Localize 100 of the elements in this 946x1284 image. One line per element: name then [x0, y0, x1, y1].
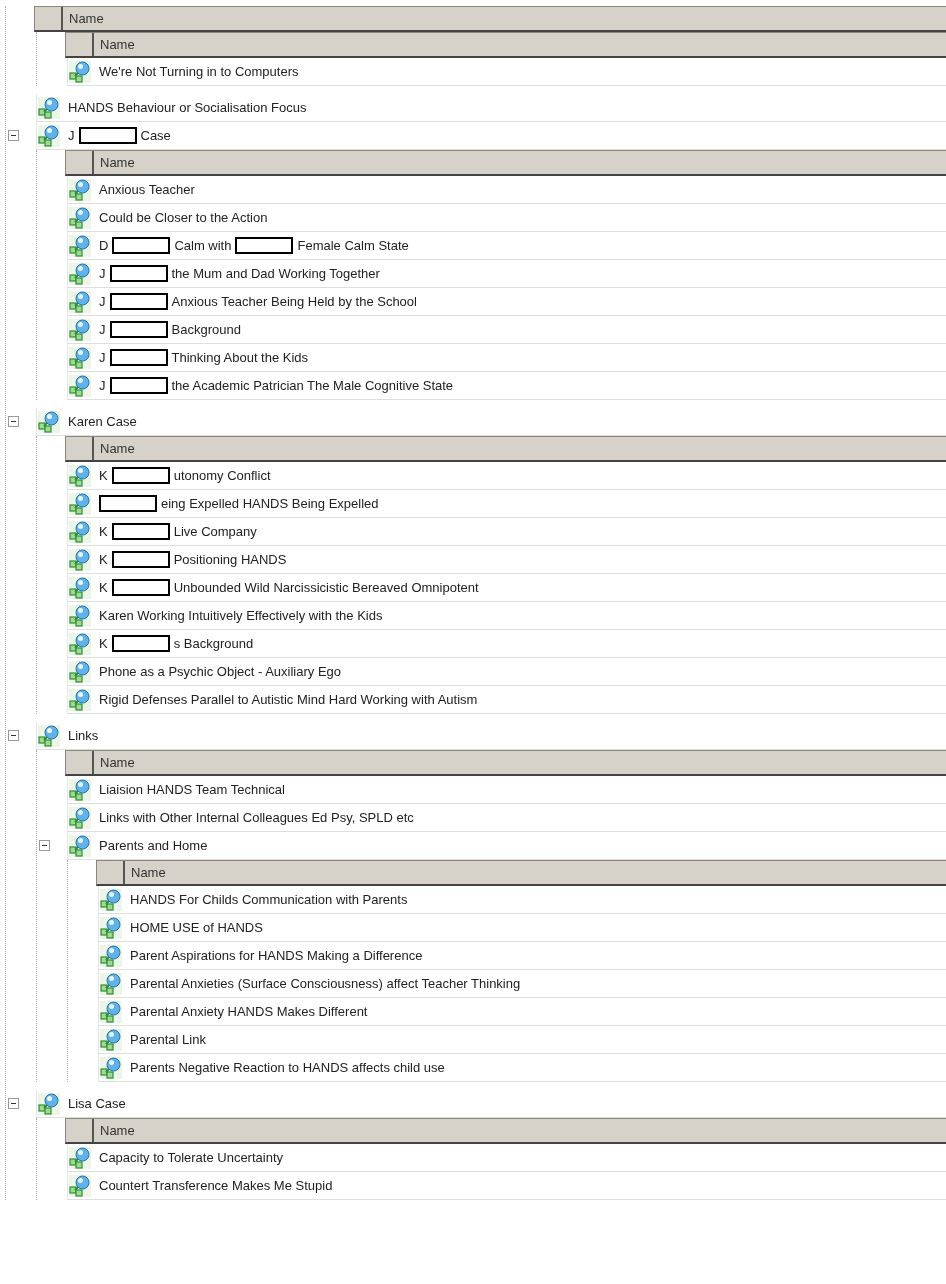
node-icon: [69, 206, 91, 229]
node-name[interactable]: Rigid Defenses Parallel to Autistic Mind Hard Working with Autism: [99, 692, 478, 707]
node-name[interactable]: Phone as a Psychic Object - Auxiliary Ego: [99, 664, 342, 679]
column-header[interactable]: Name: [65, 750, 946, 776]
node-icon: [100, 944, 122, 967]
node-name[interactable]: Parents Negative Reaction to HANDS affects child use: [130, 1060, 445, 1075]
node-name[interactable]: s Background: [173, 636, 254, 651]
node-name[interactable]: Parental Anxieties (Surface Consciousness) affect Teacher Thinking: [130, 976, 521, 991]
node-name[interactable]: J: [99, 266, 106, 281]
redaction-box: [112, 237, 171, 254]
node-icon: [69, 374, 91, 397]
node-name[interactable]: Thinking About the Kids: [171, 350, 309, 365]
node-name[interactable]: J: [99, 294, 106, 309]
redaction-box: [109, 321, 168, 338]
node-name[interactable]: Links: [68, 728, 99, 743]
node-icon: [69, 464, 91, 487]
node-icon: [69, 632, 91, 655]
redaction-box: [99, 495, 157, 512]
redaction-box: [109, 293, 168, 310]
collapse-icon[interactable]: [39, 840, 50, 851]
redaction-box: [235, 237, 294, 254]
node-name[interactable]: J: [68, 128, 75, 143]
node-name[interactable]: Parental Anxiety HANDS Makes Different: [130, 1004, 368, 1019]
node-icon: [69, 60, 91, 83]
collapse-icon[interactable]: [8, 130, 19, 141]
node-name[interactable]: the Academic Patrician The Male Cognitive State: [171, 378, 454, 393]
node-name[interactable]: Liaision HANDS Team Technical: [99, 782, 285, 797]
node-name[interactable]: Countert Transference Makes Me Stupid: [99, 1178, 333, 1193]
node-name[interactable]: Anxious Teacher: [99, 182, 195, 197]
node-icon: [69, 834, 91, 857]
node-icon: [69, 262, 91, 285]
node-name[interactable]: Anxious Teacher Being Held by the School: [171, 294, 417, 309]
node-icon: [69, 604, 91, 627]
node-name[interactable]: Parent Aspirations for HANDS Making a Difference: [130, 948, 423, 963]
node-name[interactable]: Live Company: [173, 524, 257, 539]
node-icon: [38, 96, 60, 119]
node-name[interactable]: We're Not Turning in to Computers: [99, 64, 299, 79]
collapse-icon[interactable]: [8, 416, 19, 427]
node-name[interactable]: K: [99, 580, 108, 595]
node-icon: [69, 806, 91, 829]
node-name[interactable]: the Mum and Dad Working Together: [171, 266, 380, 281]
node-name[interactable]: K: [99, 636, 108, 651]
column-header[interactable]: Name: [65, 1118, 946, 1144]
column-header[interactable]: Name: [34, 6, 946, 32]
column-header[interactable]: Name: [65, 150, 946, 176]
redaction-box: [111, 523, 170, 540]
node-icon: [100, 1000, 122, 1023]
column-header[interactable]: Name: [65, 32, 946, 58]
node-icon: [100, 888, 122, 911]
node-icon: [38, 724, 60, 747]
node-icon: [69, 178, 91, 201]
node-name[interactable]: J: [99, 322, 106, 337]
node-name[interactable]: Calm with: [174, 238, 232, 253]
node-name[interactable]: Female Calm State: [297, 238, 409, 253]
redaction-box: [109, 265, 168, 282]
redaction-box: [109, 377, 168, 394]
node-name[interactable]: Could be Closer to the Action: [99, 210, 268, 225]
node-icon: [38, 410, 60, 433]
node-name[interactable]: D: [99, 238, 109, 253]
node-icon: [100, 1056, 122, 1079]
node-name[interactable]: Unbounded Wild Narcissicistic Bereaved Omnipotent: [173, 580, 479, 595]
node-name[interactable]: utonomy Conflict: [173, 468, 271, 483]
node-icon: [69, 688, 91, 711]
node-name[interactable]: HANDS For Childs Communication with Parents: [130, 892, 408, 907]
node-name[interactable]: Links with Other Internal Colleagues Ed Psy, SPLD etc: [99, 810, 414, 825]
node-name[interactable]: J: [99, 378, 106, 393]
node-name[interactable]: Background: [171, 322, 241, 337]
node-name[interactable]: K: [99, 552, 108, 567]
node-name[interactable]: K: [99, 468, 108, 483]
column-header[interactable]: Name: [96, 860, 946, 886]
node-icon: [100, 1028, 122, 1051]
redaction-box: [111, 551, 170, 568]
node-name[interactable]: eing Expelled HANDS Being Expelled: [161, 496, 379, 511]
column-header[interactable]: Name: [65, 436, 946, 462]
node-name[interactable]: Positioning HANDS: [173, 552, 287, 567]
node-name[interactable]: K: [99, 524, 108, 539]
node-icon: [69, 346, 91, 369]
node-name[interactable]: Parental Link: [130, 1032, 206, 1047]
collapse-icon[interactable]: [8, 730, 19, 741]
node-icon: [69, 492, 91, 515]
node-icon: [100, 972, 122, 995]
node-name[interactable]: Karen Case: [68, 414, 137, 429]
collapse-icon[interactable]: [8, 1098, 19, 1109]
node-name[interactable]: Lisa Case: [68, 1096, 126, 1111]
node-name[interactable]: HOME USE of HANDS: [130, 920, 263, 935]
node-name[interactable]: Capacity to Tolerate Uncertainty: [99, 1150, 284, 1165]
node-icon: [69, 1146, 91, 1169]
node-icon: [69, 660, 91, 683]
node-name[interactable]: J: [99, 350, 106, 365]
node-name[interactable]: Parents and Home: [99, 838, 208, 853]
node-icon: [38, 1092, 60, 1115]
node-icon: [38, 124, 60, 147]
node-name[interactable]: Karen Working Intuitively Effectively with the Kids: [99, 608, 383, 623]
node-icon: [69, 1174, 91, 1197]
node-name[interactable]: HANDS Behaviour or Socialisation Focus: [68, 100, 307, 115]
node-name[interactable]: Case: [140, 128, 171, 143]
redaction-box: [111, 467, 170, 484]
node-icon: [69, 234, 91, 257]
node-icon: [100, 916, 122, 939]
node-icon: [69, 576, 91, 599]
